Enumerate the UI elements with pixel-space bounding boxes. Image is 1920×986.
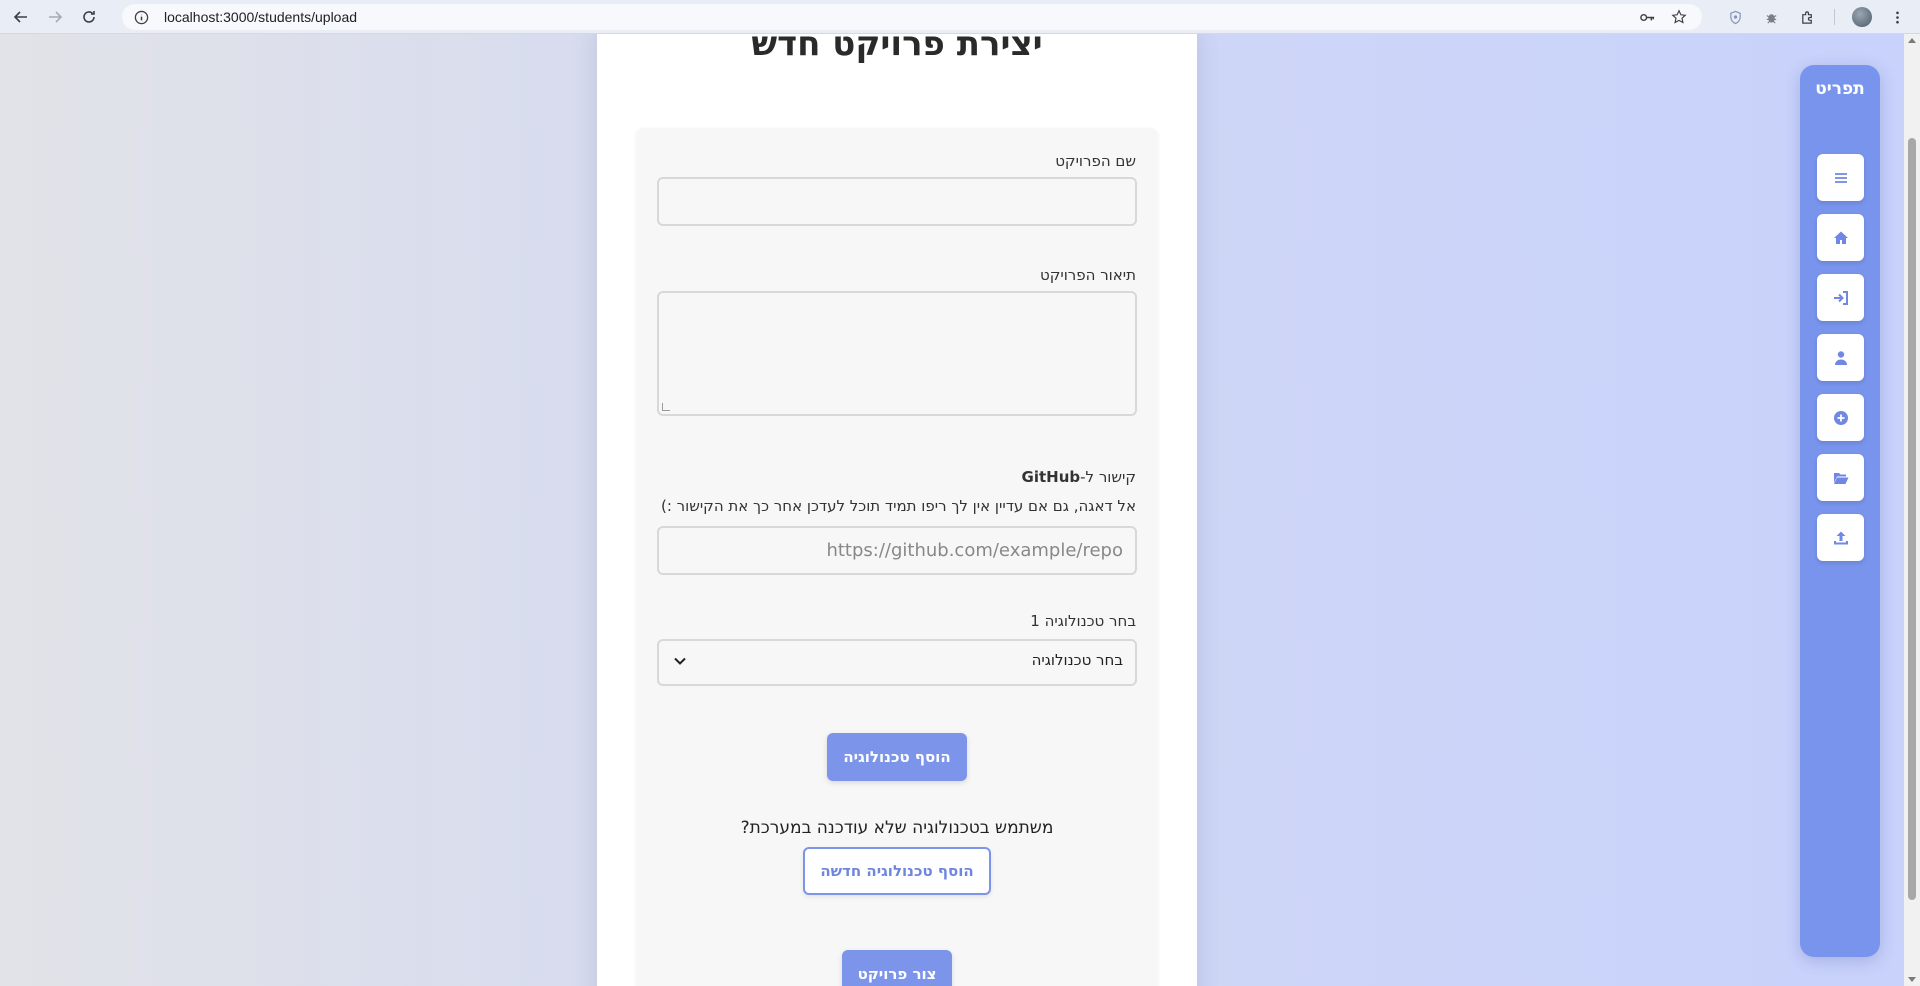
sidebar-item-home[interactable] <box>1817 214 1864 261</box>
back-icon[interactable] <box>8 4 34 30</box>
sidebar-menu: תפריט <box>1800 65 1880 957</box>
sidebar-item-menu[interactable] <box>1817 154 1864 201</box>
browser-menu-icon[interactable] <box>1884 4 1910 30</box>
sidebar-item-profile[interactable] <box>1817 334 1864 381</box>
github-label-prefix: קישור ל- <box>1080 468 1136 486</box>
forward-icon[interactable] <box>42 4 68 30</box>
github-url-field[interactable] <box>657 526 1137 575</box>
puzzle-extensions-icon[interactable] <box>1794 4 1820 30</box>
shield-extension-icon[interactable] <box>1722 4 1748 30</box>
address-bar[interactable]: localhost:3000/students/upload <box>122 4 1702 30</box>
folder-open-icon <box>1833 472 1848 484</box>
scroll-down-arrow[interactable] <box>1908 977 1916 982</box>
plus-circle-icon <box>1833 410 1848 425</box>
sidebar-item-add[interactable] <box>1817 394 1864 441</box>
technology-select-value: בחר טכנולוגיה <box>1031 651 1123 669</box>
github-url-input[interactable] <box>659 528 1135 573</box>
project-description-textarea[interactable] <box>659 293 1135 414</box>
resize-handle[interactable] <box>662 403 670 411</box>
toolbar-separator <box>1834 9 1835 25</box>
bug-extension-icon[interactable] <box>1758 4 1784 30</box>
sign-in-icon <box>1833 290 1848 305</box>
chevron-down-icon <box>674 657 686 665</box>
menu-icon <box>1834 172 1847 183</box>
sidebar-item-login[interactable] <box>1817 274 1864 321</box>
browser-toolbar: localhost:3000/students/upload <box>0 0 1920 34</box>
technology-1-select[interactable]: בחר טכנולוגיה <box>657 639 1137 686</box>
project-description-field[interactable] <box>657 291 1137 416</box>
add-new-technology-button[interactable]: הוסף טכנולוגיה חדשה <box>803 847 991 895</box>
home-icon <box>1833 231 1848 244</box>
technology-1-label: בחר טכנולוגיה 1 <box>1030 612 1136 630</box>
upload-card: יצירת פרויקט חדש שם הפרויקט תיאור הפרויק… <box>597 34 1197 986</box>
sidebar-item-projects[interactable] <box>1817 454 1864 501</box>
reload-icon[interactable] <box>76 4 102 30</box>
user-icon <box>1834 350 1847 365</box>
github-label-brand: GitHub <box>1021 468 1081 486</box>
upload-icon <box>1833 531 1848 544</box>
project-name-input[interactable] <box>659 179 1135 224</box>
sidebar-item-upload[interactable] <box>1817 514 1864 561</box>
page-scrollbar[interactable] <box>1904 34 1920 986</box>
add-technology-button[interactable]: הוסף טכנולוגיה <box>827 733 967 781</box>
github-link-label: קישור ל-GitHub <box>1022 468 1136 486</box>
github-note: אל דאגה, גם אם עדיין אין לך ריפו תמיד תו… <box>660 497 1136 515</box>
password-key-icon[interactable] <box>1638 8 1656 26</box>
project-name-label: שם הפרויקט <box>1055 152 1136 170</box>
sidebar-brand: תפריט <box>1815 79 1865 99</box>
scroll-up-arrow[interactable] <box>1908 38 1916 43</box>
project-name-field[interactable] <box>657 177 1137 226</box>
project-description-label: תיאור הפרויקט <box>1039 266 1136 284</box>
profile-avatar[interactable] <box>1852 7 1872 27</box>
create-project-button[interactable]: צור פרויקט <box>842 950 952 986</box>
url-text[interactable]: localhost:3000/students/upload <box>164 9 357 25</box>
site-info-icon[interactable] <box>132 8 150 26</box>
page-background: יצירת פרויקט חדש שם הפרויקט תיאור הפרויק… <box>0 34 1904 986</box>
project-form: שם הפרויקט תיאור הפרויקט קישור ל-GitHub … <box>636 128 1158 986</box>
scrollbar-thumb[interactable] <box>1908 138 1916 900</box>
bookmark-star-icon[interactable] <box>1670 8 1688 26</box>
page-title: יצירת פרויקט חדש <box>751 34 1043 64</box>
missing-technology-question: משתמש בטכנולוגיה שלא עודכנה במערכת? <box>740 818 1054 838</box>
